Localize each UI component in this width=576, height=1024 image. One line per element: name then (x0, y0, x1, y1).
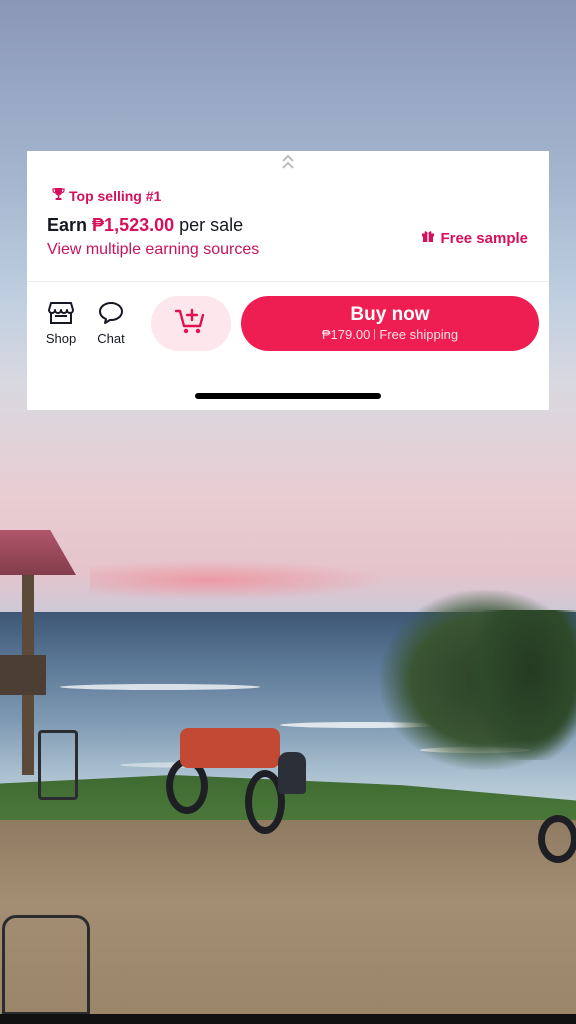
chevron-up-double-icon[interactable] (278, 153, 298, 171)
shop-button[interactable]: Shop (36, 301, 86, 346)
buy-now-label: Buy now (350, 303, 430, 325)
earnings-line: Earn ₱1,523.00 per sale (47, 215, 243, 236)
hut-wall (0, 655, 46, 695)
top-selling-badge: Top selling #1 (52, 187, 161, 204)
seated-person (278, 752, 306, 794)
cart-plus-icon (174, 307, 207, 340)
chat-button[interactable]: Chat (86, 301, 136, 346)
bottom-strip (0, 1014, 576, 1024)
earning-sources-link[interactable]: View multiple earning sources (47, 241, 259, 259)
camping-chair (38, 730, 78, 800)
shop-label: Shop (45, 331, 77, 346)
separator (374, 329, 376, 340)
free-sample-button[interactable]: Free sample (421, 229, 528, 247)
store-icon (48, 301, 74, 328)
chat-bubble-icon (98, 301, 124, 328)
chat-label: Chat (97, 331, 125, 346)
divider (27, 281, 549, 282)
motorbike-body (180, 728, 280, 768)
badge-label: Top selling #1 (69, 187, 162, 204)
earn-lead: Earn (47, 215, 88, 235)
cafe-chair (2, 915, 90, 1015)
buy-now-subtext: ₱179.00 Free shipping (322, 327, 458, 343)
buy-now-button[interactable]: Buy now ₱179.00 Free shipping (241, 296, 539, 351)
sunset-cloud (90, 560, 390, 600)
shipping-text: Free shipping (379, 326, 459, 342)
earn-tail: per sale (179, 215, 244, 235)
tree-foliage (470, 610, 576, 760)
free-sample-label: Free sample (440, 229, 528, 247)
trophy-icon (52, 187, 65, 204)
buy-price: ₱179.00 (321, 326, 371, 342)
home-indicator[interactable] (195, 393, 381, 399)
add-to-cart-button[interactable] (151, 296, 231, 351)
gift-icon (421, 229, 435, 247)
product-action-panel: Top selling #1 Earn ₱1,523.00 per sale V… (27, 151, 549, 410)
motorbike-wheel-right (538, 815, 576, 863)
earn-amount: ₱1,523.00 (92, 215, 175, 235)
